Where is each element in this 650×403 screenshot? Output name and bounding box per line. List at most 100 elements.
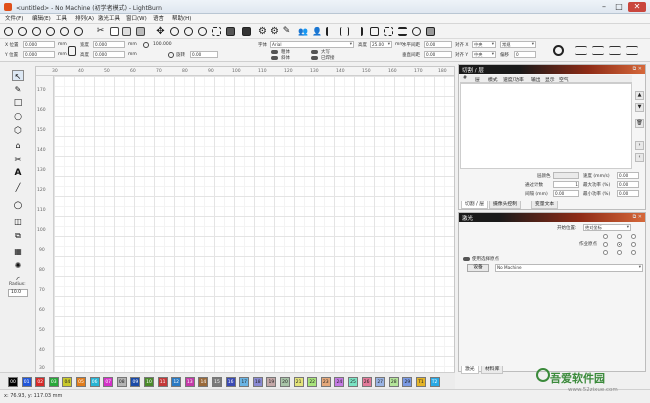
menu-laser-tools[interactable]: 激光工具 — [98, 15, 120, 23]
align-tool-1-icon[interactable] — [575, 46, 587, 55]
delete-icon[interactable] — [136, 27, 145, 36]
measure-tool-icon[interactable]: ╱ — [12, 182, 24, 193]
origin-radio[interactable] — [631, 234, 636, 239]
camera-icon[interactable] — [226, 27, 235, 36]
align-left-icon[interactable] — [326, 27, 335, 36]
color-swatch-18[interactable]: 18 — [252, 377, 263, 387]
color-swatch-23[interactable]: 23 — [320, 377, 331, 387]
menu-help[interactable]: 帮助(H) — [172, 15, 191, 23]
align-y-select[interactable]: 中央 — [472, 51, 496, 58]
hspace-input[interactable]: 0.00 — [424, 41, 452, 48]
monitor-icon[interactable] — [242, 27, 251, 36]
paste-icon[interactable] — [122, 27, 131, 36]
radius-input[interactable]: 10.0 — [8, 289, 28, 297]
color-swatch-20[interactable]: 20 — [280, 377, 290, 387]
menu-arrange[interactable]: 排列(A) — [75, 15, 94, 23]
close-button[interactable]: ✕ — [628, 2, 646, 12]
open-file-icon[interactable] — [18, 27, 27, 36]
ellipse-tool-icon[interactable]: ○ — [12, 112, 24, 123]
use-selection-origin-toggle[interactable] — [463, 257, 470, 261]
pen-tool-icon[interactable]: ✎ — [12, 84, 24, 95]
align-tool-2-icon[interactable] — [592, 46, 604, 55]
color-swatch-02[interactable]: 02 — [35, 377, 46, 387]
origin-radio[interactable] — [631, 250, 636, 255]
group-icon[interactable] — [370, 27, 379, 36]
height-input[interactable]: 0.000 — [93, 51, 125, 58]
tab-laser[interactable]: 激光 — [461, 366, 479, 374]
welded-toggle[interactable] — [311, 56, 318, 60]
origin-radio[interactable] — [603, 234, 608, 239]
start-from-select[interactable]: 绝对坐标 — [583, 224, 631, 231]
color-swatch-07[interactable]: 07 — [103, 377, 114, 387]
work-grid[interactable] — [54, 76, 454, 372]
tab-material-library[interactable]: 材料库 — [481, 366, 504, 374]
tab-cuts-layers[interactable]: 切割 / 层 — [461, 201, 489, 209]
rotate-input[interactable]: 0.00 — [190, 51, 218, 58]
prev-arrow-icon[interactable]: ‹ — [635, 153, 644, 162]
menu-tools[interactable]: 工具 — [56, 15, 67, 23]
color-swatch-10[interactable]: 10 — [144, 377, 154, 387]
circular-array-tool-icon[interactable]: ✺ — [12, 260, 24, 271]
color-swatch-03[interactable]: 03 — [48, 377, 59, 387]
import-icon[interactable] — [46, 27, 55, 36]
color-swatch-16[interactable]: 16 — [225, 377, 236, 387]
zoom-in-icon[interactable] — [170, 27, 179, 36]
copy-shape-tool-icon[interactable]: ⧉ — [12, 230, 24, 241]
text-tool-icon[interactable]: A — [12, 168, 24, 179]
zoom-fit-icon[interactable] — [198, 27, 207, 36]
layer-color-swatch[interactable] — [553, 172, 579, 179]
color-swatch-13[interactable]: 13 — [184, 377, 195, 387]
tools-icon[interactable]: ✎ — [282, 27, 291, 36]
x-position-input[interactable]: 0.000 — [23, 41, 55, 48]
select-tool-icon[interactable]: ↖ — [12, 70, 24, 81]
menu-window[interactable]: 窗口(W) — [126, 15, 147, 23]
passes-input[interactable]: 1 — [553, 181, 579, 188]
color-swatch-15[interactable]: 15 — [212, 377, 222, 387]
zoom-out-icon[interactable] — [184, 27, 193, 36]
tab-camera-control[interactable]: 摄像头控制 — [489, 201, 521, 209]
save-icon[interactable] — [32, 27, 41, 36]
menu-file[interactable]: 文件(F) — [5, 15, 23, 23]
new-file-icon[interactable] — [4, 27, 13, 36]
color-swatch-25[interactable]: 25 — [348, 377, 358, 387]
origin-radio[interactable] — [631, 242, 636, 247]
color-swatch-28[interactable]: 28 — [388, 377, 399, 387]
user-icon[interactable]: 👤 — [312, 27, 322, 36]
color-swatch-19[interactable]: 19 — [266, 377, 277, 387]
distribute-icon[interactable] — [398, 27, 407, 36]
color-swatch-21[interactable]: 21 — [293, 377, 304, 387]
users-icon[interactable]: 👥 — [298, 27, 308, 36]
device-select[interactable]: No Machine — [495, 264, 643, 272]
color-swatch-00[interactable]: 00 — [8, 377, 18, 387]
color-swatch-T2[interactable]: T2 — [429, 377, 440, 387]
color-swatch-05[interactable]: 05 — [76, 377, 86, 387]
layer-list[interactable] — [460, 83, 632, 169]
move-icon[interactable]: ✥ — [156, 27, 165, 37]
align-tool-3-icon[interactable] — [609, 46, 621, 55]
color-swatch-11[interactable]: 11 — [157, 377, 168, 387]
panel-float-close-icon[interactable]: ⧉ ✕ — [633, 66, 642, 72]
align-tool-4-icon[interactable] — [626, 46, 638, 55]
zoom-selection-icon[interactable] — [212, 27, 221, 36]
canvas-area[interactable]: 30 40 50 60 70 80 90 100 110 120 130 140… — [35, 66, 455, 373]
panel-float-close-icon[interactable]: ⧉ ✕ — [633, 214, 642, 220]
export-icon[interactable] — [60, 27, 69, 36]
max-power-input[interactable]: 0.00 — [617, 181, 639, 188]
origin-radio[interactable] — [617, 250, 622, 255]
rotate-icon[interactable] — [168, 52, 174, 58]
devices-button[interactable]: 设备 — [467, 264, 489, 272]
grid-array-tool-icon[interactable]: ▦ — [12, 246, 24, 257]
color-swatch-04[interactable]: 04 — [62, 377, 73, 387]
vspace-input[interactable]: 0.00 — [424, 51, 452, 58]
speed-input[interactable]: 0.00 — [617, 172, 639, 179]
color-swatch-01[interactable]: 01 — [21, 377, 32, 387]
align-x-select[interactable]: 中央 — [472, 41, 496, 48]
polygon-tool-icon[interactable]: ⬡ — [12, 126, 24, 137]
color-swatch-09[interactable]: 09 — [130, 377, 141, 387]
offset-input[interactable]: 0 — [514, 51, 536, 58]
scissors-icon[interactable]: ✂ — [96, 27, 105, 36]
origin-radio[interactable] — [617, 234, 622, 239]
color-swatch-24[interactable]: 24 — [334, 377, 345, 387]
settings-gear2-icon[interactable]: ⚙ — [270, 27, 279, 37]
color-swatch-14[interactable]: 14 — [198, 377, 209, 387]
